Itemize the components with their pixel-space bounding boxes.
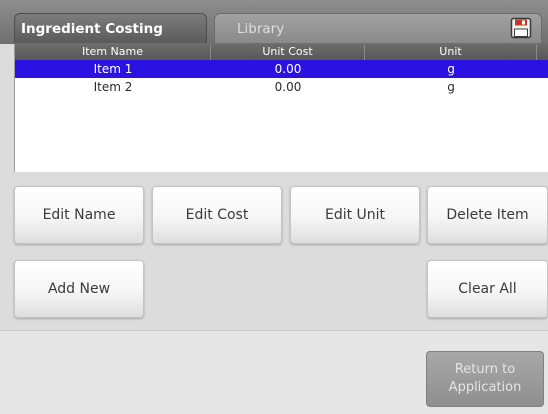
unit-cell: g (447, 80, 455, 94)
column-header-unit[interactable]: Unit (365, 44, 537, 60)
item-name-cell: Item 2 (93, 80, 133, 94)
add-new-button[interactable]: Add New (14, 260, 144, 318)
table-header: Item Name Unit Cost Unit (15, 44, 548, 60)
unit-cost-cell: 0.00 (274, 62, 302, 76)
tab-ingredient-costing-label: Ingredient Costing (21, 20, 163, 37)
tab-library-label: Library (237, 20, 285, 37)
app-screen: Ingredient Costing Library Item Name Uni… (0, 0, 548, 414)
ingredient-table: Item Name Unit Cost Unit Item 1 0.00 g I… (14, 44, 548, 172)
table-row[interactable]: Item 1 0.00 g (15, 60, 548, 78)
floppy-disk-icon (510, 17, 532, 39)
edit-cost-button[interactable]: Edit Cost (152, 186, 282, 244)
clear-all-button[interactable]: Clear All (427, 260, 548, 318)
unit-cost-cell: 0.00 (274, 80, 302, 94)
edit-unit-button[interactable]: Edit Unit (290, 186, 420, 244)
unit-cell: g (447, 62, 455, 76)
column-header-item-name[interactable]: Item Name (15, 44, 211, 60)
save-button[interactable] (507, 16, 535, 40)
title-bar: Ingredient Costing Library (0, 0, 548, 44)
table-row[interactable]: Item 2 0.00 g (15, 78, 548, 96)
tab-ingredient-costing[interactable]: Ingredient Costing (14, 13, 207, 43)
delete-item-button[interactable]: Delete Item (427, 186, 548, 244)
column-header-unit-cost[interactable]: Unit Cost (211, 44, 365, 60)
column-header-spacer (537, 44, 548, 60)
edit-name-button[interactable]: Edit Name (14, 186, 144, 244)
return-to-application-button[interactable]: Return to Application (426, 351, 544, 407)
item-name-cell: Item 1 (93, 62, 133, 76)
tab-library[interactable]: Library (214, 13, 542, 43)
